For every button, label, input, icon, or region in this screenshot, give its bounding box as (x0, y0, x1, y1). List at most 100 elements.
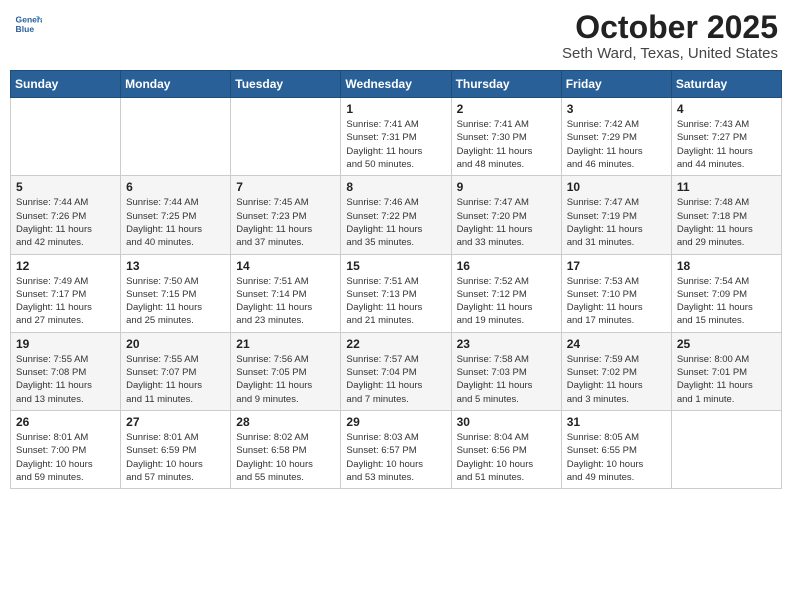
page-header: General Blue October 2025 Seth Ward, Tex… (10, 10, 782, 62)
calendar-cell: 3 Sunrise: 7:42 AMSunset: 7:29 PMDaylight… (561, 98, 671, 176)
calendar-cell: 24Sunrise: 7:59 AMSunset: 7:02 PMDayligh… (561, 332, 671, 410)
calendar-cell: 16 Sunrise: 7:52 AMSunset: 7:12 PMDayligh… (451, 254, 561, 332)
day-number: 1 (346, 102, 445, 116)
calendar-cell (231, 98, 341, 176)
day-info: Sunrise: 7:50 AMSunset: 7:15 PMDaylight:… (126, 275, 225, 328)
day-number: 27 (126, 415, 225, 429)
day-info: Sunrise: 7:41 AMSunset: 7:30 PMDaylight:… (457, 118, 556, 171)
calendar-week-3: 12 Sunrise: 7:49 AMSunset: 7:17 PMDayligh… (11, 254, 782, 332)
calendar-cell: 13 Sunrise: 7:50 AMSunset: 7:15 PMDayligh… (121, 254, 231, 332)
calendar-cell: 6 Sunrise: 7:44 AMSunset: 7:25 PMDaylight… (121, 176, 231, 254)
calendar-week-1: 1 Sunrise: 7:41 AMSunset: 7:31 PMDaylight… (11, 98, 782, 176)
calendar-cell: 23 Sunrise: 7:58 AMSunset: 7:03 PMDayligh… (451, 332, 561, 410)
weekday-header-thursday: Thursday (451, 71, 561, 98)
calendar-cell: 30Sunrise: 8:04 AMSunset: 6:56 PMDayligh… (451, 410, 561, 488)
day-number: 4 (677, 102, 776, 116)
calendar-cell: 21Sunrise: 7:56 AMSunset: 7:05 PMDayligh… (231, 332, 341, 410)
day-info: Sunrise: 7:47 AMSunset: 7:19 PMDaylight:… (567, 196, 666, 249)
calendar-cell: 2 Sunrise: 7:41 AMSunset: 7:30 PMDaylight… (451, 98, 561, 176)
weekday-header-tuesday: Tuesday (231, 71, 341, 98)
calendar-cell: 4 Sunrise: 7:43 AMSunset: 7:27 PMDaylight… (671, 98, 781, 176)
calendar-cell: 15 Sunrise: 7:51 AMSunset: 7:13 PMDayligh… (341, 254, 451, 332)
day-info: Sunrise: 8:04 AMSunset: 6:56 PMDaylight:… (457, 431, 556, 484)
svg-text:Blue: Blue (16, 24, 35, 34)
day-number: 13 (126, 259, 225, 273)
weekday-header-row: SundayMondayTuesdayWednesdayThursdayFrid… (11, 71, 782, 98)
day-number: 29 (346, 415, 445, 429)
day-number: 12 (16, 259, 115, 273)
weekday-header-friday: Friday (561, 71, 671, 98)
day-number: 28 (236, 415, 335, 429)
day-info: Sunrise: 7:57 AMSunset: 7:04 PMDaylight:… (346, 353, 445, 406)
calendar-cell: 7 Sunrise: 7:45 AMSunset: 7:23 PMDaylight… (231, 176, 341, 254)
calendar-cell: 20Sunrise: 7:55 AMSunset: 7:07 PMDayligh… (121, 332, 231, 410)
day-info: Sunrise: 7:45 AMSunset: 7:23 PMDaylight:… (236, 196, 335, 249)
day-info: Sunrise: 8:01 AMSunset: 7:00 PMDaylight:… (16, 431, 115, 484)
logo: General Blue (14, 10, 42, 38)
location-title: Seth Ward, Texas, United States (562, 45, 778, 62)
day-number: 20 (126, 337, 225, 351)
day-info: Sunrise: 7:59 AMSunset: 7:02 PMDaylight:… (567, 353, 666, 406)
day-info: Sunrise: 7:43 AMSunset: 7:27 PMDaylight:… (677, 118, 776, 171)
day-info: Sunrise: 7:58 AMSunset: 7:03 PMDaylight:… (457, 353, 556, 406)
weekday-header-sunday: Sunday (11, 71, 121, 98)
day-number: 17 (567, 259, 666, 273)
logo-icon: General Blue (14, 10, 42, 38)
day-number: 5 (16, 180, 115, 194)
weekday-header-monday: Monday (121, 71, 231, 98)
day-info: Sunrise: 8:05 AMSunset: 6:55 PMDaylight:… (567, 431, 666, 484)
day-info: Sunrise: 7:41 AMSunset: 7:31 PMDaylight:… (346, 118, 445, 171)
calendar-cell: 27Sunrise: 8:01 AMSunset: 6:59 PMDayligh… (121, 410, 231, 488)
day-number: 26 (16, 415, 115, 429)
day-number: 7 (236, 180, 335, 194)
day-info: Sunrise: 8:03 AMSunset: 6:57 PMDaylight:… (346, 431, 445, 484)
calendar-cell (11, 98, 121, 176)
day-number: 22 (346, 337, 445, 351)
day-number: 16 (457, 259, 556, 273)
day-number: 2 (457, 102, 556, 116)
day-info: Sunrise: 7:51 AMSunset: 7:13 PMDaylight:… (346, 275, 445, 328)
svg-text:General: General (16, 14, 42, 24)
day-number: 3 (567, 102, 666, 116)
day-info: Sunrise: 7:51 AMSunset: 7:14 PMDaylight:… (236, 275, 335, 328)
calendar-week-4: 19 Sunrise: 7:55 AMSunset: 7:08 PMDayligh… (11, 332, 782, 410)
day-number: 21 (236, 337, 335, 351)
calendar-cell: 11 Sunrise: 7:48 AMSunset: 7:18 PMDayligh… (671, 176, 781, 254)
calendar-cell: 25Sunrise: 8:00 AMSunset: 7:01 PMDayligh… (671, 332, 781, 410)
day-number: 25 (677, 337, 776, 351)
day-info: Sunrise: 7:53 AMSunset: 7:10 PMDaylight:… (567, 275, 666, 328)
day-info: Sunrise: 7:55 AMSunset: 7:08 PMDaylight:… (16, 353, 115, 406)
calendar-cell: 17 Sunrise: 7:53 AMSunset: 7:10 PMDayligh… (561, 254, 671, 332)
day-info: Sunrise: 8:02 AMSunset: 6:58 PMDaylight:… (236, 431, 335, 484)
day-info: Sunrise: 7:52 AMSunset: 7:12 PMDaylight:… (457, 275, 556, 328)
calendar-cell (121, 98, 231, 176)
day-info: Sunrise: 7:44 AMSunset: 7:25 PMDaylight:… (126, 196, 225, 249)
calendar-table: SundayMondayTuesdayWednesdayThursdayFrid… (10, 70, 782, 489)
calendar-cell: 19 Sunrise: 7:55 AMSunset: 7:08 PMDayligh… (11, 332, 121, 410)
calendar-cell: 29 Sunrise: 8:03 AMSunset: 6:57 PMDayligh… (341, 410, 451, 488)
day-number: 6 (126, 180, 225, 194)
calendar-cell: 10Sunrise: 7:47 AMSunset: 7:19 PMDayligh… (561, 176, 671, 254)
day-info: Sunrise: 7:46 AMSunset: 7:22 PMDaylight:… (346, 196, 445, 249)
day-info: Sunrise: 7:49 AMSunset: 7:17 PMDaylight:… (16, 275, 115, 328)
calendar-cell: 1 Sunrise: 7:41 AMSunset: 7:31 PMDaylight… (341, 98, 451, 176)
day-info: Sunrise: 7:42 AMSunset: 7:29 PMDaylight:… (567, 118, 666, 171)
calendar-cell (671, 410, 781, 488)
title-block: October 2025 Seth Ward, Texas, United St… (562, 10, 778, 62)
day-number: 14 (236, 259, 335, 273)
month-title: October 2025 (562, 10, 778, 45)
day-info: Sunrise: 7:47 AMSunset: 7:20 PMDaylight:… (457, 196, 556, 249)
calendar-cell: 22 Sunrise: 7:57 AMSunset: 7:04 PMDayligh… (341, 332, 451, 410)
calendar-cell: 14 Sunrise: 7:51 AMSunset: 7:14 PMDayligh… (231, 254, 341, 332)
day-number: 15 (346, 259, 445, 273)
day-number: 31 (567, 415, 666, 429)
day-info: Sunrise: 7:48 AMSunset: 7:18 PMDaylight:… (677, 196, 776, 249)
weekday-header-wednesday: Wednesday (341, 71, 451, 98)
day-number: 11 (677, 180, 776, 194)
day-number: 19 (16, 337, 115, 351)
calendar-cell: 9Sunrise: 7:47 AMSunset: 7:20 PMDaylight… (451, 176, 561, 254)
calendar-cell: 5 Sunrise: 7:44 AMSunset: 7:26 PMDaylight… (11, 176, 121, 254)
day-number: 8 (346, 180, 445, 194)
day-number: 23 (457, 337, 556, 351)
day-info: Sunrise: 7:44 AMSunset: 7:26 PMDaylight:… (16, 196, 115, 249)
